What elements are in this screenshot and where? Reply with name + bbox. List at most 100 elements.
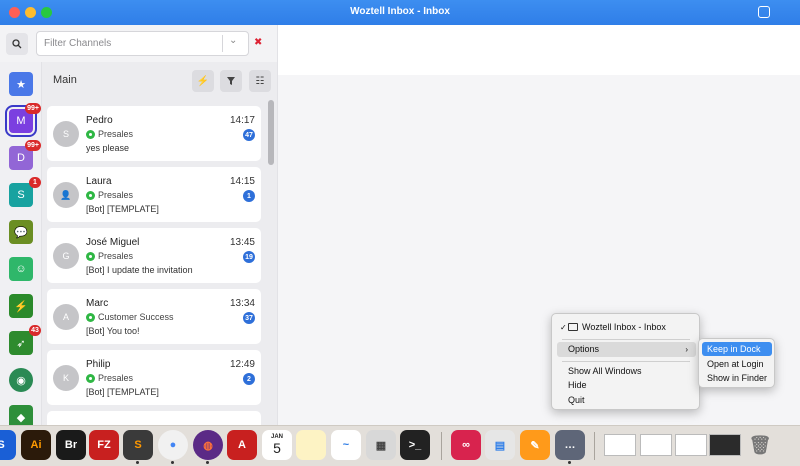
unread-count-badge: 47 — [243, 129, 255, 141]
avatar: 👤 — [53, 182, 79, 208]
channel-d[interactable]: D 99+ — [9, 140, 41, 170]
unread-count-badge: 2 — [243, 373, 255, 385]
channel-rail: ★ M 99+ D 99+ S 1 💬 ☺ ⚡ ➶ 43 ◉ ◆ — [0, 62, 42, 425]
channel-badge: 99+ — [25, 103, 41, 114]
submenu-keep-in-dock[interactable]: Keep in Dock — [702, 342, 772, 356]
contact-name: Laura — [86, 176, 112, 187]
dock-app-calculator[interactable]: ▦ — [366, 430, 396, 460]
dock-app-preview[interactable]: ▤ — [485, 430, 515, 460]
channel-letter: S — [17, 189, 25, 201]
dock-app-terminal[interactable]: >_ — [400, 430, 430, 460]
dock-app-firefox[interactable]: ◍ — [193, 430, 223, 464]
menu-item-options[interactable]: Options › — [557, 342, 696, 357]
filter-channels-input[interactable] — [36, 31, 249, 56]
dock-divider — [594, 432, 595, 460]
channel-label: Presales — [86, 190, 133, 200]
menu-item-label: Options — [568, 344, 600, 354]
app-label: Ai — [30, 439, 42, 451]
menu-item-quit[interactable]: Quit — [557, 393, 696, 408]
dock-app-freeform[interactable]: ~ — [331, 430, 361, 460]
dock-app-bridge[interactable]: Br — [56, 430, 86, 460]
creative-cloud-icon: ∞ — [462, 439, 470, 451]
menu-divider — [562, 339, 690, 340]
chevron-down-icon[interactable]: ⌄ — [229, 35, 237, 46]
dock-app-notes[interactable] — [296, 430, 326, 460]
message-time: 13:34 — [229, 298, 255, 309]
avatar: K — [53, 365, 79, 391]
running-indicator — [568, 461, 571, 464]
firefox-icon: ◍ — [203, 439, 213, 452]
channel-badge: 99+ — [25, 140, 41, 151]
list-scrollbar[interactable] — [268, 100, 274, 425]
conversation-item-partial[interactable] — [47, 411, 261, 425]
submenu-open-at-login[interactable]: Open at Login — [702, 357, 772, 371]
channel-label: Presales — [86, 129, 133, 139]
dock-app-creative-cloud[interactable]: ∞ — [451, 430, 481, 460]
filter-button[interactable] — [220, 70, 242, 92]
dock-minimized-window[interactable] — [604, 434, 636, 456]
dock-app-partial[interactable]: S — [0, 430, 16, 460]
quick-action-button[interactable]: ⚡ — [192, 70, 214, 92]
whatsapp-icon — [86, 251, 95, 261]
channel-name: Presales — [98, 129, 134, 139]
avatar: A — [53, 304, 79, 330]
sort-button[interactable]: ☷ — [249, 70, 271, 92]
channel-letter: D — [17, 152, 25, 164]
preview-icon: ▤ — [494, 439, 506, 452]
dock-app-pages[interactable]: ✎ — [520, 430, 550, 460]
search-button[interactable] — [6, 33, 28, 55]
terminal-icon: >_ — [408, 439, 422, 451]
dock-app-calendar[interactable]: JAN 5 — [262, 430, 292, 460]
channel-favorites[interactable]: ★ — [9, 72, 33, 96]
message-time: 14:17 — [229, 115, 255, 126]
acrobat-icon: A — [238, 439, 246, 451]
chevron-right-icon: › — [685, 345, 688, 354]
channel-badge: 43 — [29, 325, 41, 336]
message-preview: [Bot] You too! — [86, 326, 140, 336]
running-indicator — [171, 461, 174, 464]
dock-app-filezilla[interactable]: FZ — [89, 430, 119, 460]
conversation-item[interactable]: G José Miguel 13:45 Presales [Bot] I upd… — [47, 228, 261, 283]
channel-s[interactable]: S 1 — [9, 177, 41, 207]
message-time: 14:15 — [229, 176, 255, 187]
lightning-icon: ⚡ — [196, 75, 210, 87]
open-external-icon[interactable] — [758, 6, 770, 18]
channel-label: Customer Success — [86, 312, 174, 322]
dock-app-woztell[interactable]: … — [555, 430, 585, 464]
conversation-item[interactable]: A Marc 13:34 Customer Success [Bot] You … — [47, 289, 261, 344]
dock-app-chrome[interactable]: ● — [158, 430, 188, 464]
menu-item-hide[interactable]: Hide — [557, 378, 696, 393]
conversation-item[interactable]: K Philip 12:49 Presales [Bot] [TEMPLATE]… — [47, 350, 261, 405]
dock-app-acrobat[interactable]: A — [227, 430, 257, 460]
mute-notifications-icon[interactable]: ✖ — [254, 37, 262, 48]
dock-minimized-window[interactable] — [675, 434, 707, 456]
contact-name: Philip — [86, 359, 111, 370]
filter-bar: ⌄ ✖ — [0, 25, 278, 62]
channel-m[interactable]: M 99+ — [5, 103, 41, 137]
menu-item-show-all-windows[interactable]: Show All Windows — [557, 364, 696, 379]
message-time: 13:45 — [229, 237, 255, 248]
menu-item-label: Woztell Inbox - Inbox — [582, 322, 666, 332]
conversation-item[interactable]: 👤 Laura 14:15 Presales [Bot] [TEMPLATE] … — [47, 167, 261, 222]
calculator-icon: ▦ — [375, 439, 387, 452]
channel-flash[interactable]: ⚡ — [9, 294, 33, 318]
submenu-show-in-finder[interactable]: Show in Finder — [702, 371, 772, 385]
dock-minimized-window[interactable] — [709, 434, 741, 456]
scrollbar-thumb[interactable] — [268, 100, 274, 165]
dock-minimized-window[interactable] — [640, 434, 672, 456]
running-indicator — [206, 461, 209, 464]
running-indicator — [136, 461, 139, 464]
dock-trash[interactable]: 🗑 — [745, 430, 775, 460]
star-icon: ★ — [16, 78, 26, 91]
pages-icon: ✎ — [530, 439, 540, 452]
menu-item-window[interactable]: ✓ Woztell Inbox - Inbox — [557, 320, 696, 335]
channel-bot[interactable]: ☺ — [9, 257, 33, 281]
channel-circle[interactable]: ◉ — [9, 368, 33, 392]
dock-app-sublime[interactable]: S — [123, 430, 153, 464]
menu-item-label: Show All Windows — [568, 366, 642, 376]
channel-diamond[interactable]: ◆ — [9, 405, 33, 425]
dock-app-illustrator[interactable]: Ai — [21, 430, 51, 460]
conversation-item[interactable]: S Pedro 14:17 Presales yes please 47 — [47, 106, 261, 161]
channel-chat[interactable]: 💬 — [9, 220, 33, 244]
channel-arrow[interactable]: ➶ 43 — [9, 325, 41, 355]
